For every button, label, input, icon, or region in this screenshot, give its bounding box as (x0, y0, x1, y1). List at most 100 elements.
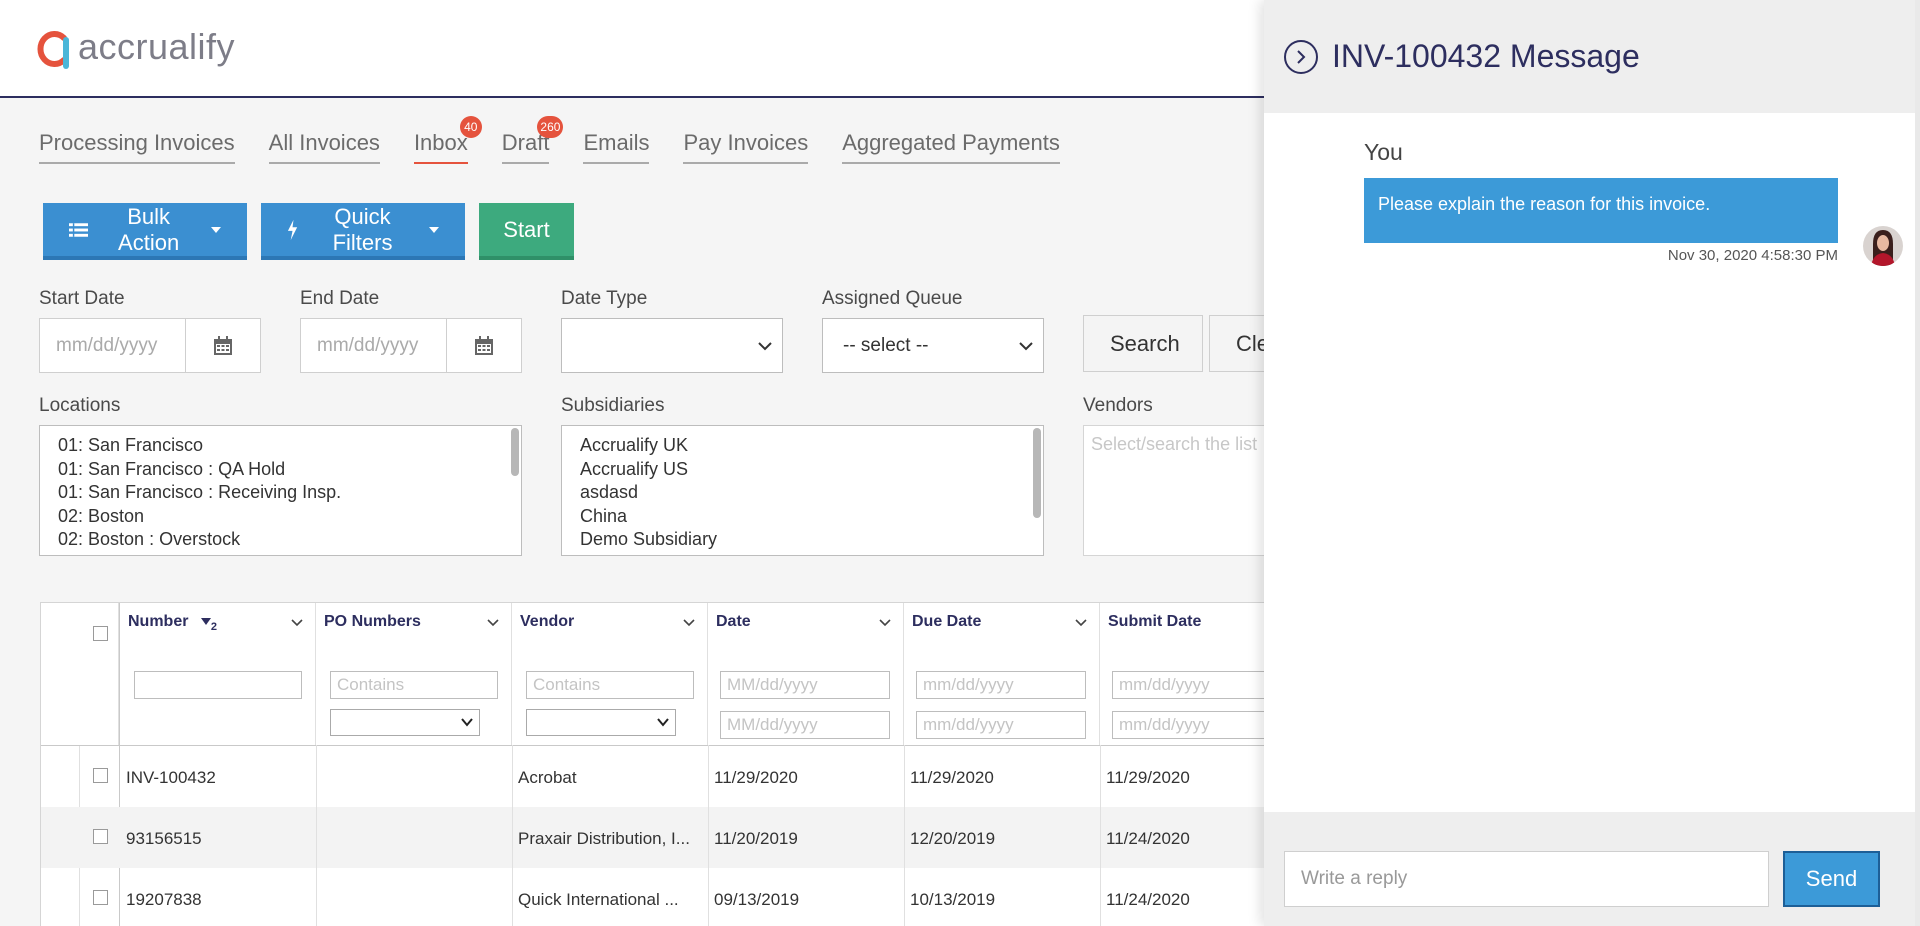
table-row[interactable]: INV-100432 Acrobat 11/29/2020 11/29/2020… (41, 746, 1339, 807)
subsidiaries-listbox[interactable]: Accrualify UK Accrualify US asdasd China… (561, 425, 1044, 556)
divider (904, 745, 905, 926)
scrollbar-thumb[interactable] (511, 428, 519, 476)
tab-inbox[interactable]: Inbox 40 (413, 116, 482, 164)
start-date-input[interactable]: mm/dd/yyyy (40, 319, 186, 372)
cell-number: INV-100432 (126, 768, 216, 787)
chevron-down-icon[interactable] (879, 619, 891, 627)
date-type-select[interactable] (561, 318, 783, 373)
list-item[interactable]: asdasd (580, 481, 1025, 505)
select-all-checkbox[interactable] (93, 626, 108, 641)
accrualify-logo[interactable]: accrualify (36, 26, 235, 69)
collapse-panel-button[interactable] (1284, 40, 1318, 74)
list-item[interactable]: Accrualify UK (580, 434, 1025, 458)
logo-mark-icon (36, 26, 72, 69)
po-filter-operator-select[interactable] (330, 709, 480, 736)
vendors-label: Vendors (1083, 395, 1153, 416)
tab-label: Emails (583, 130, 650, 155)
submit-date-to-filter-input[interactable]: mm/dd/yyyy (1112, 711, 1282, 739)
date-from-filter-input[interactable]: MM/dd/yyyy (720, 671, 890, 699)
tab-aggregated-payments[interactable]: Aggregated Payments (842, 130, 1060, 164)
row-checkbox[interactable] (93, 768, 108, 783)
cell-number: 93156515 (126, 829, 202, 848)
number-filter-input[interactable] (134, 671, 302, 699)
po-filter-input[interactable]: Contains (330, 671, 498, 699)
subsidiaries-label: Subsidiaries (561, 395, 665, 416)
row-checkbox[interactable] (93, 890, 108, 905)
clear-button[interactable]: Cle (1209, 315, 1269, 372)
tab-label: Pay Invoices (683, 130, 809, 155)
table-row[interactable]: 19207838 Quick International ... 09/13/2… (41, 868, 1339, 926)
scrollbar-thumb[interactable] (1033, 428, 1041, 518)
column-title: Date (716, 613, 751, 630)
cell-due-date: 10/13/2019 (910, 890, 996, 909)
cell-vendor: Praxair Distribution, I... (518, 829, 690, 848)
reply-input[interactable]: Write a reply (1284, 851, 1769, 907)
tab-emails[interactable]: Emails (583, 130, 650, 164)
due-date-from-filter-input[interactable]: mm/dd/yyyy (916, 671, 1086, 699)
bulk-action-label: Bulk Action (118, 203, 180, 255)
due-date-to-filter-input[interactable]: mm/dd/yyyy (916, 711, 1086, 739)
vendor-filter-input[interactable]: Contains (526, 671, 694, 699)
submit-date-from-filter-input[interactable]: mm/dd/yyyy (1112, 671, 1282, 699)
chevron-down-icon[interactable] (683, 619, 695, 627)
assigned-queue-value: -- select -- (843, 334, 929, 356)
list-item[interactable]: 01: San Francisco (58, 434, 503, 458)
tab-label: Processing Invoices (39, 130, 235, 155)
column-date[interactable]: Date MM/dd/yyyy MM/dd/yyyy (708, 603, 904, 745)
cell-date: 11/29/2020 (714, 768, 798, 787)
calendar-icon[interactable] (447, 319, 521, 372)
message-panel-header: INV-100432 Message (1264, 0, 1920, 113)
tab-draft[interactable]: Draft 260 (501, 116, 564, 164)
caret-down-icon (429, 226, 439, 233)
column-vendor[interactable]: Vendor Contains (512, 603, 708, 745)
column-number[interactable]: Number 2 (120, 603, 316, 745)
list-item[interactable]: Demo Subsidiary (580, 528, 1025, 552)
bulk-action-button[interactable]: Bulk Action (43, 203, 247, 260)
chevron-down-icon[interactable] (291, 619, 303, 627)
chevron-down-icon[interactable] (487, 619, 499, 627)
caret-down-icon (211, 226, 221, 233)
vendors-multiselect[interactable]: Select/search the list (1083, 425, 1283, 556)
start-button[interactable]: Start (479, 203, 574, 260)
bolt-icon (287, 219, 298, 240)
cell-due-date: 11/29/2020 (910, 768, 994, 787)
vendor-filter-operator-select[interactable] (526, 709, 676, 736)
start-date-picker: mm/dd/yyyy (39, 318, 261, 373)
end-date-input[interactable]: mm/dd/yyyy (301, 319, 447, 372)
tab-label: Inbox (413, 130, 468, 155)
quick-filters-button[interactable]: Quick Filters (261, 203, 465, 260)
tab-processing-invoices[interactable]: Processing Invoices (39, 130, 235, 164)
tab-label: All Invoices (268, 130, 380, 155)
calendar-icon[interactable] (186, 319, 260, 372)
avatar (1863, 226, 1903, 266)
date-type-label: Date Type (561, 288, 648, 309)
message-bubble: Please explain the reason for this invoi… (1364, 178, 1838, 243)
column-due-date[interactable]: Due Date mm/dd/yyyy mm/dd/yyyy (904, 603, 1100, 745)
list-item[interactable]: 01: San Francisco : QA Hold (58, 458, 503, 482)
tab-all-invoices[interactable]: All Invoices (268, 130, 380, 164)
divider (1100, 745, 1101, 926)
column-title: Vendor (520, 613, 575, 630)
list-item[interactable]: China (580, 505, 1025, 529)
action-toolbar: Bulk Action Quick Filters Start (43, 203, 574, 260)
column-po-numbers[interactable]: PO Numbers Contains (316, 603, 512, 745)
message-panel: INV-100432 Message You Please explain th… (1264, 0, 1920, 926)
row-checkbox[interactable] (93, 829, 108, 844)
tab-label: Aggregated Payments (842, 130, 1060, 155)
select-column-header (41, 603, 119, 745)
locations-listbox[interactable]: 01: San Francisco 01: San Francisco : QA… (39, 425, 522, 556)
list-item[interactable]: 01: San Francisco : Receiving Insp. (58, 481, 503, 505)
list-item[interactable]: Accrualify US (580, 458, 1025, 482)
search-button[interactable]: Search (1083, 315, 1203, 372)
assigned-queue-select[interactable]: -- select -- (822, 318, 1044, 373)
send-button[interactable]: Send (1783, 851, 1880, 907)
tab-pay-invoices[interactable]: Pay Invoices (683, 130, 809, 164)
column-title: Number 2 (128, 613, 218, 634)
chevron-down-icon[interactable] (1075, 619, 1087, 627)
table-row[interactable]: 93156515 Praxair Distribution, I... 11/2… (41, 807, 1339, 868)
list-item[interactable]: 02: Boston : Overstock (58, 528, 503, 552)
divider (316, 745, 317, 926)
date-to-filter-input[interactable]: MM/dd/yyyy (720, 711, 890, 739)
panel-title: INV-100432 Message (1332, 38, 1640, 74)
list-item[interactable]: 02: Boston (58, 505, 503, 529)
